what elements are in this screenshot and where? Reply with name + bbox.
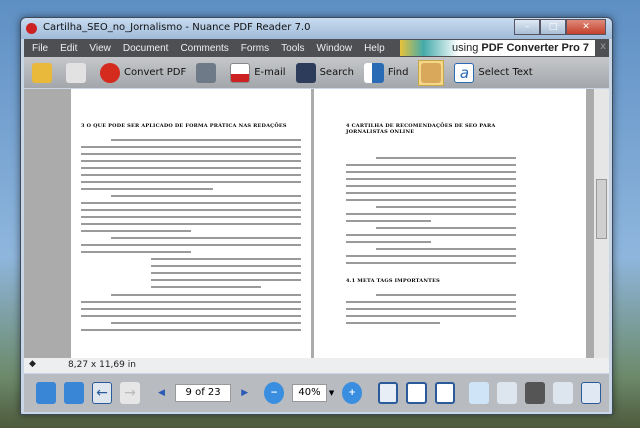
search-button[interactable]: Search [295, 62, 354, 83]
email-label: E-mail [254, 67, 286, 78]
menu-document[interactable]: Document [123, 43, 169, 54]
continuous-facing-button[interactable] [552, 382, 573, 404]
open-button[interactable] [32, 62, 56, 83]
single-page-button[interactable] [469, 382, 490, 404]
zoom-in-button[interactable]: + [342, 382, 363, 404]
page-size: 8,27 x 11,69 in [68, 360, 136, 370]
full-screen-button[interactable] [580, 382, 602, 404]
right-page-heading: 4 CARTILHA DE RECOMENDAÇÕES DE SEO PARA … [346, 123, 496, 135]
promo-banner[interactable]: using PDF Converter Pro 7 [400, 40, 595, 56]
promo-close[interactable]: x [600, 41, 606, 52]
find-icon [363, 62, 384, 83]
convert-label: Convert PDF [124, 67, 187, 78]
menu-tools[interactable]: Tools [281, 43, 304, 54]
email-icon [230, 62, 251, 83]
next-page-button[interactable]: ▶ [241, 388, 248, 398]
app-window: Cartilha_SEO_no_Jornalismo - Nuance PDF … [20, 17, 613, 415]
right-page-subheading: 4.1 META TAGS IMPORTANTES [346, 278, 440, 284]
select-text-icon: a [454, 62, 475, 83]
status-bar: ◆ 8,27 x 11,69 in [24, 358, 609, 373]
left-page-heading: 3 O QUE PODE SER APLICADO DE FORMA PRÁTI… [81, 123, 287, 129]
menu-file[interactable]: File [32, 43, 48, 54]
menu-bar: File Edit View Document Comments Forms T… [24, 39, 609, 57]
page-left: 3 O QUE PODE SER APLICADO DE FORMA PRÁTI… [71, 89, 311, 358]
menu-comments[interactable]: Comments [180, 43, 228, 54]
folder-icon [32, 62, 52, 83]
binoculars-icon [295, 62, 316, 83]
app-icon [26, 23, 37, 34]
split-handle-icon[interactable]: ◆ [29, 359, 36, 369]
email-button[interactable]: E-mail [230, 62, 286, 83]
window-title: Cartilha_SEO_no_Jornalismo - Nuance PDF … [43, 22, 311, 33]
hand-tool-button[interactable] [418, 59, 445, 86]
forward-button[interactable]: → [120, 382, 140, 404]
scrollbar-thumb[interactable] [596, 179, 607, 239]
menu-edit[interactable]: Edit [60, 43, 77, 54]
main-toolbar: Convert PDF E-mail Search Find a Select T… [24, 57, 609, 88]
zoom-out-button[interactable]: − [264, 382, 285, 404]
close-button[interactable]: ✕ [566, 19, 606, 35]
menu-help[interactable]: Help [364, 43, 385, 54]
convert-icon [100, 62, 120, 83]
continuous-button[interactable] [497, 382, 517, 404]
select-text-button[interactable]: a Select Text [454, 62, 533, 83]
document-view[interactable]: 3 O QUE PODE SER APLICADO DE FORMA PRÁTI… [24, 89, 594, 358]
search-label: Search [319, 67, 354, 78]
print-button[interactable] [196, 62, 220, 83]
maximize-button[interactable]: □ [540, 19, 566, 35]
promo-prefix: using [452, 42, 479, 54]
vertical-scrollbar[interactable] [594, 89, 609, 358]
save-icon [66, 62, 86, 83]
rotate-ccw-icon[interactable] [63, 382, 84, 404]
previous-page-button[interactable]: ◀ [158, 388, 165, 398]
menu-view[interactable]: View [89, 43, 111, 54]
facing-pages-button[interactable] [525, 382, 545, 404]
minimize-button[interactable]: – [514, 19, 540, 35]
hand-icon [421, 62, 442, 83]
zoom-input[interactable]: 40% [292, 384, 327, 402]
find-label: Find [387, 67, 409, 78]
title-bar: Cartilha_SEO_no_Jornalismo - Nuance PDF … [21, 18, 612, 39]
fit-page-button[interactable] [406, 382, 427, 404]
select-text-label: Select Text [478, 67, 533, 78]
menu-forms[interactable]: Forms [241, 43, 269, 54]
page-number-input[interactable]: 9 of 23 [174, 384, 232, 402]
menu-window[interactable]: Window [317, 43, 353, 54]
rotate-cw-icon[interactable] [36, 382, 56, 404]
convert-pdf-button[interactable]: Convert PDF [100, 62, 187, 83]
back-button[interactable]: ← [91, 382, 113, 404]
page-right: 4 CARTILHA DE RECOMENDAÇÕES DE SEO PARA … [314, 89, 586, 358]
navigation-toolbar: ← → ◀ 9 of 23 ▶ − 40% ▼ + [24, 374, 609, 412]
printer-icon [196, 62, 217, 83]
fit-width-button[interactable] [434, 382, 456, 404]
actual-size-button[interactable] [378, 382, 399, 404]
zoom-dropdown[interactable]: ▼ [329, 389, 334, 397]
find-button[interactable]: Find [363, 62, 409, 83]
promo-product: PDF Converter Pro 7 [481, 42, 589, 54]
save-button[interactable] [66, 62, 90, 83]
